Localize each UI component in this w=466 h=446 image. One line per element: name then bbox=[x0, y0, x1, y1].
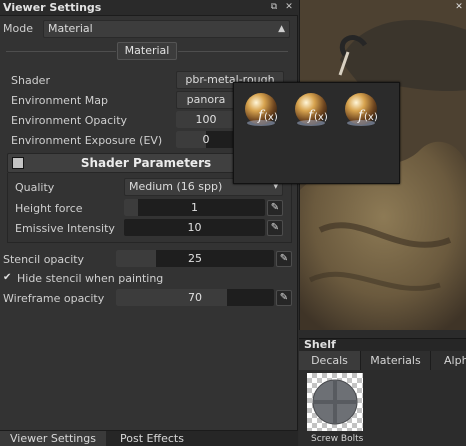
dropdown-arrow-icon: ▲ bbox=[278, 24, 285, 34]
stencil-opacity-label: Stencil opacity bbox=[3, 253, 85, 266]
shader-label: Shader bbox=[11, 74, 50, 87]
shelf-item-thumbnail[interactable] bbox=[307, 373, 363, 431]
tab-alphas[interactable]: Alph bbox=[431, 351, 466, 370]
environment-opacity-slider[interactable]: 100 bbox=[176, 111, 236, 128]
environment-map-button[interactable]: panora bbox=[176, 91, 236, 109]
stencil-opacity-slider[interactable]: 25 bbox=[116, 250, 274, 267]
edit-pencil-icon[interactable]: ✎ bbox=[267, 220, 283, 236]
fx-sphere-icon[interactable]: f (x) bbox=[291, 89, 331, 131]
mode-value: Material bbox=[48, 22, 93, 35]
mode-label: Mode bbox=[3, 22, 33, 35]
screw-bolt-icon bbox=[312, 379, 358, 425]
edit-pencil-icon[interactable]: ✎ bbox=[276, 251, 292, 267]
shelf-titlebar: Shelf bbox=[299, 339, 466, 351]
hide-stencil-label: Hide stencil when painting bbox=[17, 272, 164, 285]
fx-sphere-icon[interactable]: f (x) bbox=[241, 89, 281, 131]
wireframe-opacity-slider[interactable]: 70 bbox=[116, 289, 274, 306]
environment-opacity-label: Environment Opacity bbox=[11, 114, 128, 127]
close-icon[interactable]: ✕ bbox=[454, 2, 464, 12]
panel-title: Viewer Settings bbox=[3, 1, 102, 14]
fx-sphere-graphic: f (x) bbox=[245, 93, 278, 126]
environment-exposure-slider[interactable]: 0 bbox=[176, 131, 236, 148]
environment-map-label: Environment Map bbox=[11, 94, 108, 107]
fx-sphere-graphic: f (x) bbox=[295, 93, 328, 126]
svg-text:(x): (x) bbox=[314, 112, 328, 123]
stencil-opacity-value: 25 bbox=[188, 252, 202, 265]
environment-exposure-value: 0 bbox=[202, 133, 210, 146]
emissive-intensity-slider[interactable]: 10 bbox=[124, 219, 265, 236]
environment-opacity-value: 100 bbox=[195, 113, 217, 126]
section-divider bbox=[6, 51, 116, 52]
tab-post-effects[interactable]: Post Effects bbox=[106, 431, 198, 446]
edit-pencil-icon[interactable]: ✎ bbox=[267, 200, 283, 216]
fx-sphere-icon[interactable]: f (x) bbox=[341, 89, 381, 131]
emissive-intensity-value: 10 bbox=[187, 221, 202, 234]
shelf-panel: Shelf Decals Materials Alph Screw Bolts bbox=[299, 338, 466, 446]
wireframe-opacity-label: Wireframe opacity bbox=[3, 292, 105, 305]
fx-sphere-graphic: f (x) bbox=[345, 93, 378, 126]
quality-value: Medium (16 spp) bbox=[129, 180, 223, 193]
svg-text:(x): (x) bbox=[364, 112, 378, 123]
quality-label: Quality bbox=[15, 181, 55, 194]
shelf-title: Shelf bbox=[304, 338, 336, 351]
close-icon[interactable]: ✕ bbox=[283, 1, 295, 13]
material-section-button[interactable]: Material bbox=[117, 42, 177, 60]
shelf-item-label: Screw Bolts bbox=[311, 434, 364, 444]
wireframe-opacity-value: 70 bbox=[188, 291, 202, 304]
mode-dropdown[interactable]: Material ▲ bbox=[43, 20, 290, 38]
hide-stencil-checkbox[interactable]: ✔ bbox=[3, 273, 13, 283]
tab-decals[interactable]: Decals bbox=[299, 351, 361, 370]
tab-materials[interactable]: Materials bbox=[361, 351, 431, 370]
environment-map-value: panora bbox=[186, 93, 226, 106]
height-force-value: 1 bbox=[191, 201, 198, 214]
panel-tab-bar: Viewer Settings Post Effects bbox=[0, 430, 298, 446]
height-force-label: Height force bbox=[15, 202, 83, 215]
panel-titlebar: Viewer Settings ⧉ ✕ bbox=[0, 0, 298, 16]
section-divider bbox=[178, 51, 288, 52]
float-window-icon[interactable]: ⧉ bbox=[268, 1, 280, 13]
svg-text:(x): (x) bbox=[264, 112, 278, 123]
tab-viewer-settings[interactable]: Viewer Settings bbox=[0, 431, 106, 446]
emissive-intensity-label: Emissive Intensity bbox=[15, 222, 115, 235]
environment-exposure-label: Environment Exposure (EV) bbox=[11, 134, 163, 147]
viewer-settings-panel: Viewer Settings ⧉ ✕ Mode Material ▲ Mate… bbox=[0, 0, 298, 446]
edit-pencil-icon[interactable]: ✎ bbox=[276, 290, 292, 306]
height-force-slider[interactable]: 1 bbox=[124, 199, 265, 216]
shader-fx-popup: f (x) f (x) f (x) bbox=[233, 82, 400, 184]
